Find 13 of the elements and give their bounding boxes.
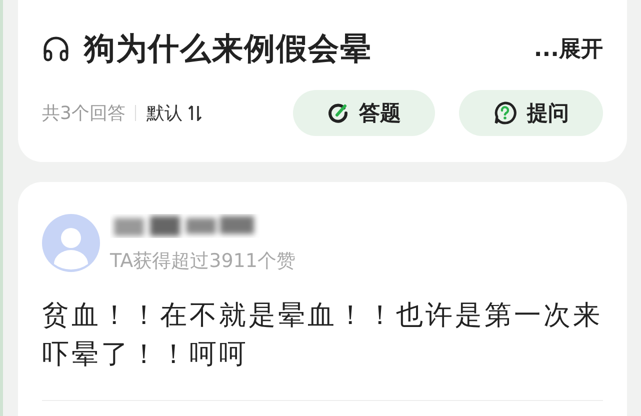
ask-button[interactable]: 提问 — [459, 90, 603, 136]
question-title: 狗为什么来例假会晕 — [84, 30, 373, 69]
edit-icon — [327, 102, 349, 124]
author-stats: TA获得超过3911个赞 — [110, 249, 296, 274]
sort-icon[interactable] — [188, 105, 202, 121]
answer-count: 共3个回答 — [42, 102, 126, 125]
sort-option[interactable]: 默认 — [146, 101, 182, 125]
answer-text: 贫血！！在不就是晕血！！也许是第一次来吓晕了！！呵呵 — [42, 299, 603, 372]
headphones-icon — [42, 36, 70, 62]
avatar-icon — [42, 214, 100, 272]
question-bubble-icon — [493, 101, 517, 125]
answer-button[interactable]: 答题 — [293, 90, 435, 136]
expand-link[interactable]: ...展开 — [534, 34, 603, 64]
